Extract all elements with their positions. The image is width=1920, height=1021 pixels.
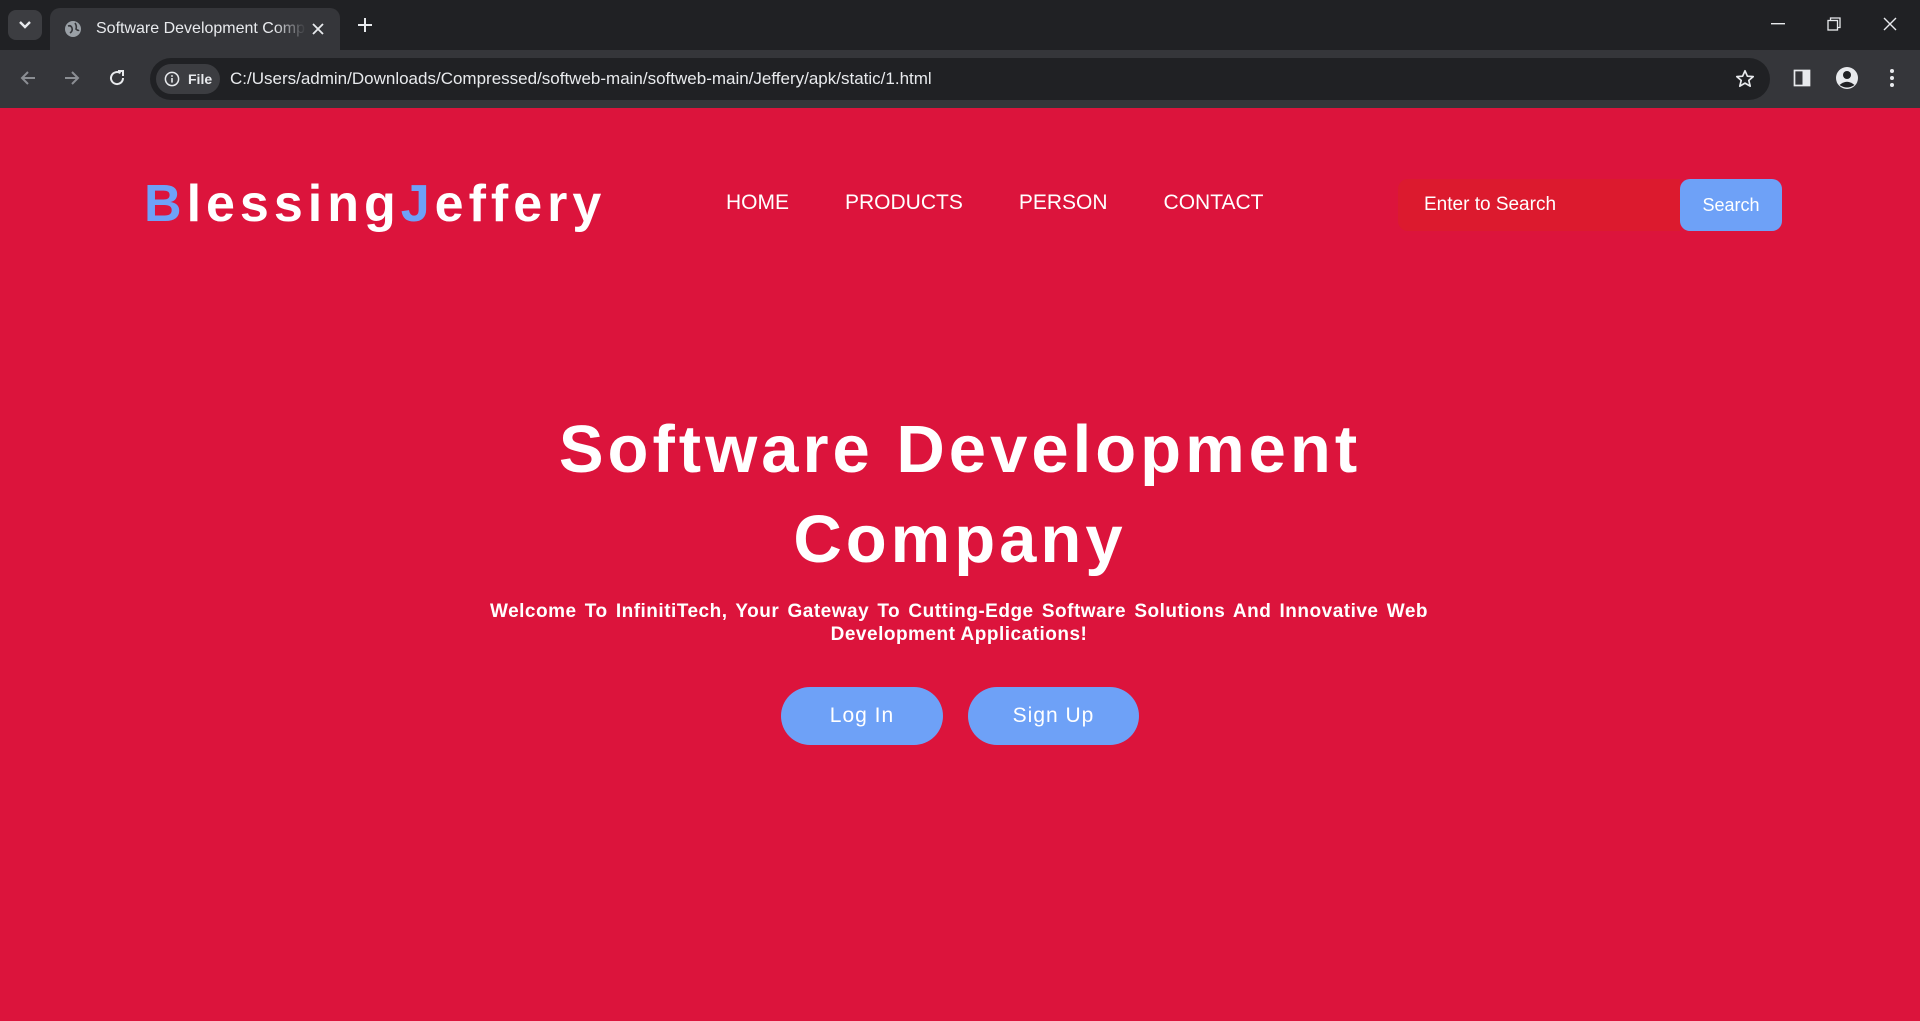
logo-initial-j: J: [400, 175, 435, 233]
star-icon: [1735, 69, 1755, 88]
nav-home[interactable]: HOME: [726, 190, 789, 216]
restore-button[interactable]: [1806, 8, 1862, 40]
logo-text-second: effery: [434, 175, 607, 233]
profile-icon: [1836, 67, 1858, 89]
side-panel-icon: [1793, 69, 1811, 87]
side-panel-button[interactable]: [1788, 64, 1816, 92]
forward-button[interactable]: [56, 62, 88, 94]
search-input[interactable]: [1398, 179, 1680, 231]
plus-icon: [358, 18, 372, 32]
minimize-icon: [1771, 23, 1785, 25]
tab-list-icon: [19, 21, 31, 29]
hero-subtitle: Welcome To InfinitiTech, Your Gateway To…: [490, 601, 1428, 645]
minimize-button[interactable]: [1750, 8, 1806, 40]
profile-button[interactable]: [1833, 64, 1861, 92]
nav-person[interactable]: PERSON: [1019, 190, 1108, 216]
tab-close-button[interactable]: [308, 19, 328, 39]
hero-title: Software Development Company: [558, 412, 1362, 577]
nav-contact[interactable]: CONTACT: [1164, 190, 1264, 216]
search-button[interactable]: Search: [1680, 179, 1782, 231]
tab-strip: Software Development Company: [0, 0, 1920, 50]
close-window-button[interactable]: [1862, 8, 1918, 40]
login-button[interactable]: Log In: [781, 687, 943, 745]
site-chip-label: File: [188, 71, 213, 87]
logo-initial-b: B: [144, 175, 187, 233]
nav-products[interactable]: PRODUCTS: [845, 190, 963, 216]
signup-button[interactable]: Sign Up: [968, 687, 1139, 745]
address-bar[interactable]: File C:/Users/admin/Downloads/Compressed…: [150, 58, 1770, 100]
globe-icon: [65, 21, 81, 37]
back-icon: [20, 71, 35, 85]
menu-icon: [1890, 69, 1894, 87]
bookmark-button[interactable]: [1734, 68, 1756, 90]
tab-list-button[interactable]: [8, 10, 42, 40]
site-info-chip[interactable]: File: [156, 64, 220, 94]
back-button[interactable]: [12, 62, 44, 94]
info-icon: [164, 71, 180, 87]
logo-text-first: lessing: [186, 175, 401, 233]
close-icon: [312, 23, 324, 35]
reload-button[interactable]: [101, 62, 133, 94]
main-nav: HOME PRODUCTS PERSON CONTACT: [726, 190, 1319, 216]
active-tab[interactable]: Software Development Company: [50, 8, 340, 50]
site-logo[interactable]: BlessingJeffery: [144, 176, 606, 232]
tab-title: Software Development Company: [96, 20, 306, 37]
new-tab-button[interactable]: [352, 12, 378, 38]
browser-menu-button[interactable]: [1878, 64, 1906, 92]
url-text[interactable]: C:/Users/admin/Downloads/Compressed/soft…: [230, 69, 932, 89]
close-window-icon: [1883, 17, 1897, 31]
restore-icon: [1827, 17, 1841, 31]
forward-icon: [65, 71, 80, 85]
reload-icon: [110, 70, 125, 86]
search-form: Search: [1398, 179, 1782, 231]
